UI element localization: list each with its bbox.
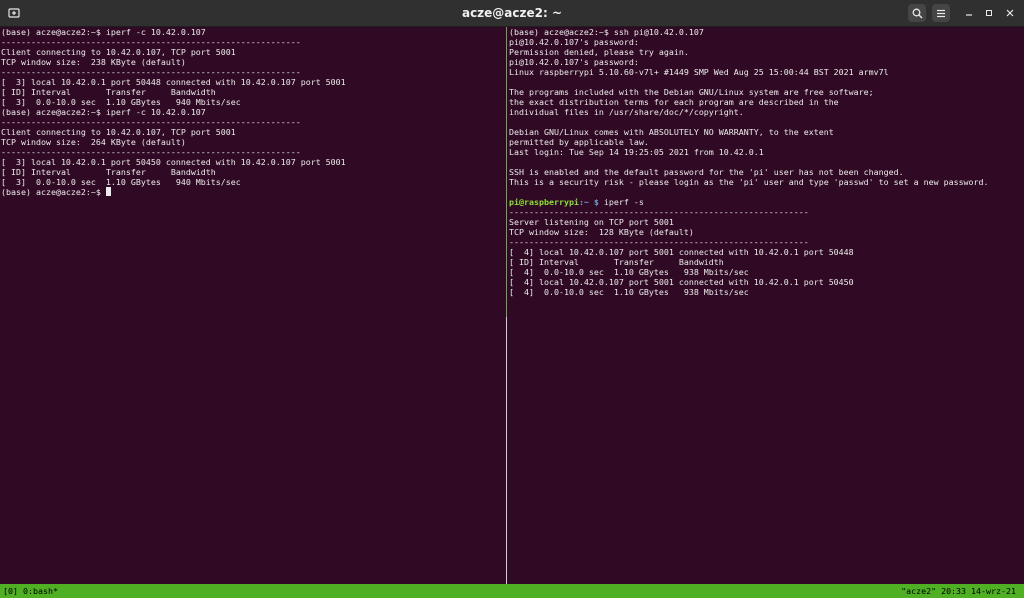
- output-line: pi@10.42.0.107's password:: [509, 37, 639, 47]
- output-line: Linux raspberrypi 5.10.60-v7l+ #1449 SMP…: [509, 67, 889, 77]
- output-line: ----------------------------------------…: [1, 37, 301, 47]
- maximize-button[interactable]: [980, 4, 998, 22]
- left-output: (base) acze@acze2:~$ iperf -c 10.42.0.10…: [1, 27, 504, 187]
- minimize-icon: [966, 14, 972, 16]
- new-tab-button[interactable]: [5, 4, 23, 22]
- output-line: ----------------------------------------…: [1, 147, 301, 157]
- output-line: Client connecting to 10.42.0.107, TCP po…: [1, 127, 236, 137]
- right-terminal-pane[interactable]: (base) acze@acze2:~$ ssh pi@10.42.0.107 p…: [509, 27, 1023, 584]
- search-icon: [912, 8, 922, 18]
- output-line: (base) acze@acze2:~$ iperf -c 10.42.0.10…: [1, 107, 206, 117]
- output-line: Client connecting to 10.42.0.107, TCP po…: [1, 47, 236, 57]
- output-line: [ 4] 0.0-10.0 sec 1.10 GBytes 938 Mbits/…: [509, 267, 749, 277]
- output-line: ----------------------------------------…: [509, 207, 809, 217]
- output-line: [ ID] Interval Transfer Bandwidth: [509, 257, 724, 267]
- terminal-tab-icon: [8, 8, 20, 18]
- tmux-status-right: "acze2" 20:33 14-wrz-21: [901, 586, 1016, 596]
- output-line: [ 4] 0.0-10.0 sec 1.10 GBytes 938 Mbits/…: [509, 287, 749, 297]
- output-line: [ ID] Interval Transfer Bandwidth: [1, 167, 216, 177]
- output-line: Last login: Tue Sep 14 19:25:05 2021 fro…: [509, 147, 764, 157]
- output-line: individual files in /usr/share/doc/*/cop…: [509, 107, 744, 117]
- left-prompt-line[interactable]: (base) acze@acze2:~$: [1, 187, 504, 197]
- output-line: Permission denied, please try again.: [509, 47, 689, 57]
- pi-prompt-command: iperf -s: [598, 197, 644, 207]
- terminal-cursor: [105, 187, 111, 196]
- output-line: pi@10.42.0.107's password:: [509, 57, 639, 67]
- output-line: [ ID] Interval Transfer Bandwidth: [1, 87, 216, 97]
- output-line: SSH is enabled and the default password …: [509, 167, 904, 177]
- tmux-window-list[interactable]: [0] 0:bash*: [3, 584, 58, 598]
- pi-prompt-line: pi@raspberrypi:~ $ iperf -s: [509, 197, 1023, 207]
- output-line: [ 4] local 10.42.0.107 port 5001 connect…: [509, 247, 854, 257]
- output-line: Server listening on TCP port 5001: [509, 217, 674, 227]
- output-line: [ 3] local 10.42.0.1 port 50448 connecte…: [1, 77, 346, 87]
- output-line: permitted by applicable law.: [509, 137, 649, 147]
- search-button[interactable]: [908, 4, 926, 22]
- output-line: ----------------------------------------…: [509, 237, 809, 247]
- output-line: the exact distribution terms for each pr…: [509, 97, 839, 107]
- minimize-button[interactable]: [960, 4, 978, 22]
- output-line: ----------------------------------------…: [1, 117, 301, 127]
- active-pane-indicator: [506, 27, 507, 317]
- output-line: This is a security risk - please login a…: [509, 177, 989, 187]
- pi-prompt-user: pi@raspberrypi: [509, 197, 579, 207]
- right-output-after: ----------------------------------------…: [509, 207, 1023, 297]
- output-line: TCP window size: 264 KByte (default): [1, 137, 186, 147]
- output-line: [ 3] 0.0-10.0 sec 1.10 GBytes 940 Mbits/…: [1, 177, 241, 187]
- window-titlebar: acze@acze2: ~: [0, 0, 1024, 27]
- window-title: acze@acze2: ~: [461, 6, 563, 20]
- output-line: [ 3] local 10.42.0.1 port 50450 connecte…: [1, 157, 346, 167]
- output-line: [ 4] local 10.42.0.107 port 5001 connect…: [509, 277, 854, 287]
- output-line: TCP window size: 238 KByte (default): [1, 57, 186, 67]
- hamburger-menu-icon: [937, 9, 945, 17]
- output-line: (base) acze@acze2:~$ iperf -c 10.42.0.10…: [1, 27, 206, 37]
- tmux-statusbar: [0] 0:bash* "acze2" 20:33 14-wrz-21: [0, 584, 1024, 598]
- output-line: TCP window size: 128 KByte (default): [509, 227, 694, 237]
- output-line: [ 3] 0.0-10.0 sec 1.10 GBytes 940 Mbits/…: [1, 97, 241, 107]
- left-prompt: (base) acze@acze2:~$: [1, 187, 106, 197]
- close-icon: [1006, 9, 1014, 17]
- close-button[interactable]: [1001, 4, 1019, 22]
- output-line: Debian GNU/Linux comes with ABSOLUTELY N…: [509, 127, 834, 137]
- right-output-before: (base) acze@acze2:~$ ssh pi@10.42.0.107 p…: [509, 27, 1023, 197]
- output-line: ----------------------------------------…: [1, 67, 301, 77]
- pi-prompt-path: :~ $: [578, 197, 599, 207]
- output-line: The programs included with the Debian GN…: [509, 87, 874, 97]
- menu-button[interactable]: [932, 4, 950, 22]
- maximize-icon: [986, 10, 992, 16]
- output-line: (base) acze@acze2:~$ ssh pi@10.42.0.107: [509, 27, 704, 37]
- left-terminal-pane[interactable]: (base) acze@acze2:~$ iperf -c 10.42.0.10…: [1, 27, 504, 584]
